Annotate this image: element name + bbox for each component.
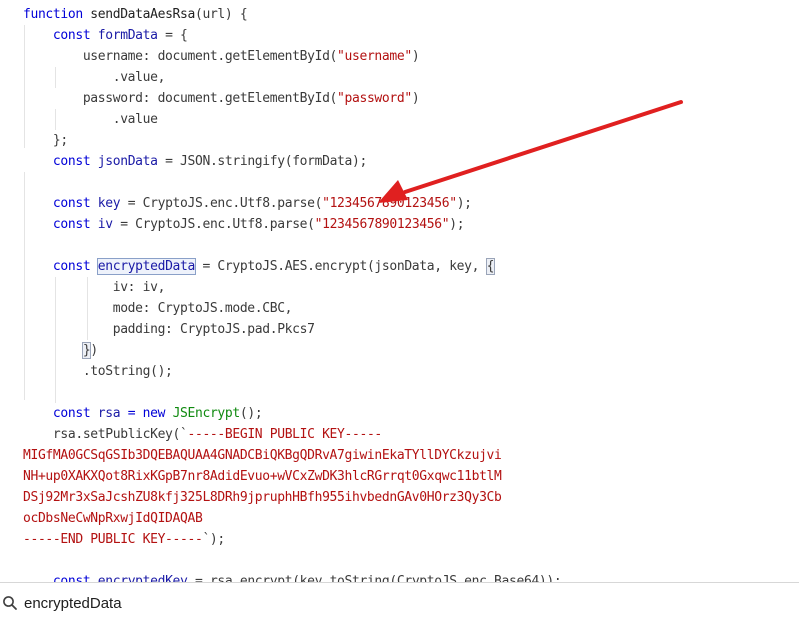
search-bar[interactable] xyxy=(0,582,799,623)
code-line: -----END PUBLIC KEY-----`); xyxy=(23,529,225,550)
code-line: .value, xyxy=(23,67,166,88)
code-line: function sendDataAesRsa(url) { xyxy=(23,4,248,25)
code-line: rsa.setPublicKey(`-----BEGIN PUBLIC KEY-… xyxy=(23,424,382,445)
code-token: ) xyxy=(411,49,420,64)
code-line: }; xyxy=(23,130,68,151)
code-token: (url) { xyxy=(194,7,248,22)
code-token: rsa.setPublicKey(` xyxy=(23,427,188,442)
code-token: username: document.getElementById( xyxy=(23,49,338,64)
code-token: mode: CryptoJS.mode.CBC, xyxy=(23,301,293,316)
code-token: ocDbsNeCwNpRxwjIdQIDAQAB xyxy=(23,511,203,526)
code-token: = { xyxy=(157,28,188,43)
code-token: function xyxy=(23,7,91,22)
code-line: const key = CryptoJS.enc.Utf8.parse("123… xyxy=(23,193,472,214)
code-token: password: document.getElementById( xyxy=(23,91,338,106)
code-line: const rsa = new JSEncrypt(); xyxy=(23,403,263,424)
code-line: const encryptedKey = rsa.encrypt(key.toS… xyxy=(23,571,562,582)
code-token: formData xyxy=(97,28,158,43)
code-token: key xyxy=(97,196,121,211)
code-line: NH+up0XAKXQot8RixKGpB7nr8AdidEvuo+wVCxZw… xyxy=(23,466,502,487)
code-token: .toString(); xyxy=(23,364,173,379)
code-token: "1234567890123456" xyxy=(322,196,457,211)
code-token: = new xyxy=(120,406,173,421)
code-token: iv xyxy=(97,217,113,232)
code-token: DSj92Mr3xSaJcshZU8kfj325L8DRh9jpruphHBfh… xyxy=(23,490,502,505)
code-line: MIGfMA0GCSqGSIb3DQEBAQUAA4GNADCBiQKBgQDR… xyxy=(23,445,502,466)
code-token: "password" xyxy=(337,91,412,106)
code-token: const xyxy=(23,28,98,43)
code-token: -----BEGIN PUBLIC KEY----- xyxy=(187,427,383,442)
code-token: ); xyxy=(449,217,465,232)
code-line: .value xyxy=(23,109,158,130)
code-editor[interactable]: function sendDataAesRsa(url) { const for… xyxy=(0,0,799,582)
code-line: iv: iv, xyxy=(23,277,166,298)
code-token: ); xyxy=(456,196,472,211)
code-line: .toString(); xyxy=(23,361,173,382)
code-token: ) xyxy=(411,91,420,106)
code-token: ) xyxy=(90,343,98,358)
code-token: = CryptoJS.enc.Utf8.parse( xyxy=(112,217,315,232)
code-token: (); xyxy=(239,406,263,421)
code-line: password: document.getElementById("passw… xyxy=(23,88,420,109)
code-token: "username" xyxy=(337,49,412,64)
code-token: NH+up0XAKXQot8RixKGpB7nr8AdidEvuo+wVCxZw… xyxy=(23,469,502,484)
code-line: mode: CryptoJS.mode.CBC, xyxy=(23,298,293,319)
code-token: const xyxy=(23,259,98,274)
code-token: jsonData xyxy=(97,154,158,169)
code-line: username: document.getElementById("usern… xyxy=(23,46,420,67)
code-token: .value, xyxy=(23,70,166,85)
code-token: const xyxy=(23,196,98,211)
code-token: padding: CryptoJS.pad.Pkcs7 xyxy=(23,322,315,337)
code-token: const xyxy=(23,154,98,169)
code-token: .value xyxy=(23,112,158,127)
code-token: encryptedData xyxy=(96,258,196,275)
code-line: const encryptedData = CryptoJS.AES.encry… xyxy=(23,256,496,277)
code-token: JSEncrypt xyxy=(172,406,241,421)
code-token: = JSON.stringify(formData); xyxy=(157,154,367,169)
code-line: ocDbsNeCwNpRxwjIdQIDAQAB xyxy=(23,508,203,529)
code-token: "1234567890123456" xyxy=(314,217,450,232)
code-token: { xyxy=(485,258,496,275)
code-token: const xyxy=(23,574,98,582)
code-token: }; xyxy=(23,133,68,148)
code-token: const xyxy=(23,406,98,421)
code-token: sendDataAesRsa xyxy=(90,7,195,22)
code-token: MIGfMA0GCSqGSIb3DQEBAQUAA4GNADCBiQKBgQDR… xyxy=(23,448,502,463)
code-token: = rsa.encrypt(key.toString(CryptoJS.enc.… xyxy=(187,574,562,582)
search-input[interactable] xyxy=(24,594,724,612)
code-token: encryptedKey xyxy=(97,574,188,582)
code-line: DSj92Mr3xSaJcshZU8kfj325L8DRh9jpruphHBfh… xyxy=(23,487,502,508)
code-line: const formData = { xyxy=(23,25,188,46)
code-line: const iv = CryptoJS.enc.Utf8.parse("1234… xyxy=(23,214,465,235)
code-token: const xyxy=(23,217,98,232)
code-token: `); xyxy=(202,532,225,547)
code-line: const jsonData = JSON.stringify(formData… xyxy=(23,151,367,172)
search-icon xyxy=(2,595,18,611)
code-token: = CryptoJS.AES.encrypt(jsonData, key, xyxy=(194,259,487,274)
code-line: }) xyxy=(23,340,98,361)
code-line: padding: CryptoJS.pad.Pkcs7 xyxy=(23,319,315,340)
code-token: -----END PUBLIC KEY----- xyxy=(23,532,203,547)
code-token: rsa xyxy=(97,406,121,421)
code-token: = CryptoJS.enc.Utf8.parse( xyxy=(120,196,323,211)
code-token: iv: iv, xyxy=(23,280,166,295)
